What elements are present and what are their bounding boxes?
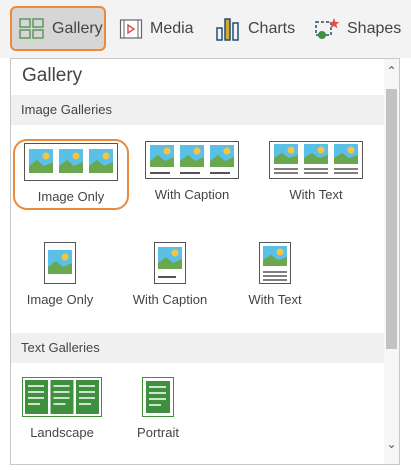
tile-label: With Text xyxy=(248,292,302,307)
tile-label: With Text xyxy=(289,187,343,202)
tile-label: Landscape xyxy=(30,425,94,440)
tile-label: With Caption xyxy=(132,292,208,307)
tab-shapes[interactable]: Shapes xyxy=(314,6,401,51)
gallery-text-landscape[interactable]: Landscape xyxy=(11,377,117,440)
with-text-portrait-icon xyxy=(259,242,291,284)
section-header-text-galleries: Text Galleries xyxy=(11,333,385,363)
image-only-portrait-icon xyxy=(44,242,76,284)
gallery-panel: Gallery Image Galleries Image Only With … xyxy=(10,58,400,465)
gallery-image-only-landscape[interactable]: Image Only xyxy=(13,139,129,210)
with-text-landscape-icon xyxy=(269,141,363,179)
tile-label: Portrait xyxy=(137,425,179,440)
image-only-landscape-icon xyxy=(24,143,118,181)
section-header-image-galleries: Image Galleries xyxy=(11,95,385,125)
tab-shapes-label: Shapes xyxy=(347,19,402,37)
tab-charts[interactable]: Charts xyxy=(215,6,295,51)
text-portrait-icon xyxy=(142,377,174,417)
gallery-with-caption-portrait[interactable]: With Caption xyxy=(115,242,225,307)
ribbon: Gallery Media Charts Shapes xyxy=(0,0,411,58)
scrollbar-thumb[interactable] xyxy=(386,89,397,349)
gallery-with-caption-landscape[interactable]: With Caption xyxy=(137,141,247,202)
gallery-image-only-portrait[interactable]: Image Only xyxy=(11,242,115,307)
tile-label: Image Only xyxy=(37,189,105,204)
panel-title: Gallery xyxy=(22,65,83,86)
shapes-icon xyxy=(315,17,340,39)
scroll-down-arrow-icon[interactable]: ⌄ xyxy=(384,436,399,452)
tab-media-label: Media xyxy=(150,19,194,37)
gallery-icon xyxy=(19,17,44,39)
tile-label: With Caption xyxy=(154,187,230,202)
tile-label: Image Only xyxy=(26,292,94,307)
text-landscape-icon xyxy=(22,377,102,417)
with-caption-portrait-icon xyxy=(154,242,186,284)
charts-icon xyxy=(216,17,239,41)
vertical-scrollbar[interactable]: ⌃ ⌄ xyxy=(384,59,399,464)
tab-gallery-label: Gallery xyxy=(52,19,103,37)
with-caption-landscape-icon xyxy=(145,141,239,179)
gallery-text-portrait[interactable]: Portrait xyxy=(103,377,213,440)
gallery-with-text-landscape[interactable]: With Text xyxy=(261,141,371,202)
tab-charts-label: Charts xyxy=(248,19,296,37)
scroll-up-arrow-icon[interactable]: ⌃ xyxy=(384,63,399,79)
gallery-with-text-portrait[interactable]: With Text xyxy=(220,242,330,307)
tab-gallery[interactable]: Gallery xyxy=(10,6,106,51)
media-icon xyxy=(119,18,143,39)
tab-media[interactable]: Media xyxy=(119,6,194,51)
